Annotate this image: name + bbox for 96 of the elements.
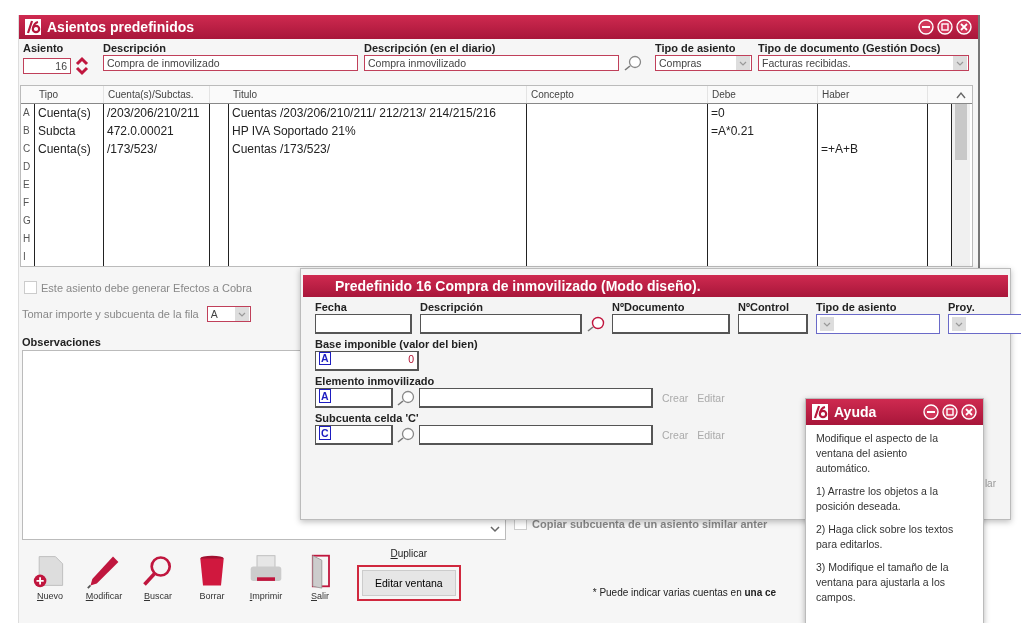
- row-letter: D: [21, 158, 35, 176]
- help-paragraph: 1) Arrastre los objetos a la posición deseada.: [816, 484, 939, 514]
- field-label: Tomar importe y subcuenta de la fila: [22, 308, 199, 320]
- field-label: Descripción: [103, 42, 166, 55]
- checkbox-label: Copiar subcuenta de un asiento similar anter: [532, 517, 768, 530]
- help-paragraph: Modifique el aspecto de la ventana del asiento automático.: [816, 431, 939, 476]
- row-letter: G: [21, 212, 35, 230]
- toolbar-button[interactable]: Imprimir: [239, 553, 293, 601]
- table-cell: =+A+B: [821, 142, 859, 156]
- minimize-icon[interactable]: [923, 404, 939, 420]
- table-cell: =A*0.21: [711, 124, 755, 138]
- column-header: Concepto: [527, 86, 708, 103]
- scrollbar-thumb[interactable]: [955, 104, 967, 160]
- field-label: Descripción: [420, 301, 483, 314]
- column-header: Cuenta(s)/Subctas.: [104, 86, 210, 103]
- field-label: Tipo de documento (Gestión Docs): [758, 42, 941, 55]
- note-text: * Puede indicar varias cuentas en una ce: [592, 587, 777, 598]
- dropdown[interactable]: [816, 314, 940, 334]
- input-field[interactable]: Compra inmovilizado: [364, 55, 619, 71]
- scrollbar[interactable]: [952, 104, 970, 266]
- column-header: Debe: [708, 86, 818, 103]
- row-letter: E: [21, 176, 35, 194]
- search-icon[interactable]: [396, 427, 416, 443]
- up-down-arrows-icon[interactable]: [75, 55, 89, 77]
- table-cell: Subcta: [38, 124, 76, 138]
- minimize-icon[interactable]: [918, 19, 934, 35]
- table-cell: =0: [711, 106, 725, 120]
- amount-field[interactable]: A 0: [315, 351, 419, 371]
- field-label: Descripción (en el diario): [364, 42, 496, 55]
- help-paragraph: 3) Modifique el tamaño de la ventana para ajustarla a los campos.: [816, 560, 950, 605]
- toolbar-button[interactable]: Nuevo: [23, 553, 77, 601]
- duplicate-link[interactable]: Duplicar: [390, 548, 428, 559]
- app-logo-icon: [25, 19, 41, 35]
- input-field[interactable]: [612, 314, 730, 334]
- maximize-icon[interactable]: [937, 19, 953, 35]
- search-icon[interactable]: [623, 55, 643, 71]
- table-cell: /203/206/210/211: [107, 106, 200, 120]
- dropdown[interactable]: Compras: [655, 55, 752, 71]
- column-header: Haber: [818, 86, 928, 103]
- dropdown[interactable]: Facturas recibidas.: [758, 55, 969, 71]
- account-field[interactable]: A: [315, 388, 393, 408]
- window-title: Predefinido 16 Compra de inmovilizado (Modo diseño).: [335, 278, 701, 294]
- table-cell: Cuentas /173/523/: [232, 142, 331, 156]
- row-letter: I: [21, 248, 35, 266]
- toolbar-button[interactable]: Borrar: [185, 553, 239, 601]
- window-title: Ayuda: [834, 404, 877, 420]
- table-cell: HP IVA Soportado 21%: [232, 124, 356, 138]
- row-letter: A: [21, 104, 35, 122]
- search-icon[interactable]: [396, 390, 416, 406]
- input-field[interactable]: [419, 425, 653, 445]
- search-icon[interactable]: [586, 316, 606, 332]
- field-label: Observaciones: [22, 336, 101, 348]
- checkbox[interactable]: [24, 281, 37, 294]
- input-field[interactable]: 16: [23, 58, 71, 74]
- close-icon[interactable]: [961, 404, 977, 420]
- column-header: Tipo: [35, 86, 104, 103]
- field-label: Tipo de asiento: [816, 301, 897, 314]
- input-field[interactable]: [738, 314, 808, 334]
- input-field[interactable]: Compra de inmovilizado: [103, 55, 358, 71]
- field-label: NºDocumento: [612, 301, 685, 314]
- field-label: NºControl: [738, 301, 790, 314]
- help-paragraph: 2) Haga click sobre los textos para editarlos.: [816, 522, 955, 552]
- checkbox-label: Este asiento debe generar Efectos a Cobra: [41, 281, 252, 294]
- field-label: Asiento: [23, 42, 64, 55]
- table-cell: /173/523/: [107, 142, 158, 156]
- field-label: Elemento inmovilizado: [315, 375, 435, 388]
- row-letter: C: [21, 140, 35, 158]
- field-label: Proy.: [948, 301, 975, 314]
- field-label: Subcuenta celda 'C': [315, 412, 419, 425]
- row-letter: B: [21, 122, 35, 140]
- input-field[interactable]: [420, 314, 582, 334]
- scroll-up-icon[interactable]: [956, 90, 966, 99]
- table-cell: Cuenta(s): [38, 106, 91, 120]
- field-label: Base imponible (valor del bien): [315, 338, 478, 351]
- table-cell: 472.0.00021: [107, 124, 174, 138]
- input-field[interactable]: [419, 388, 653, 408]
- table-cell: Cuenta(s): [38, 142, 91, 156]
- toolbar-button[interactable]: Buscar: [131, 553, 185, 601]
- row-letter: H: [21, 230, 35, 248]
- field-label: Tipo de asiento: [655, 42, 736, 55]
- edit-window-button[interactable]: Editar ventana: [362, 570, 456, 596]
- maximize-icon[interactable]: [942, 404, 958, 420]
- window-title: Asientos predefinidos: [47, 19, 195, 35]
- close-icon[interactable]: [956, 19, 972, 35]
- row-letter: F: [21, 194, 35, 212]
- dropdown[interactable]: A: [206, 306, 251, 322]
- toolbar-button[interactable]: Salir: [293, 553, 347, 601]
- toolbar-button[interactable]: Modificar: [77, 553, 131, 601]
- account-field[interactable]: C: [315, 425, 393, 445]
- text-fragment: lar: [984, 478, 996, 489]
- field-label: Fecha: [315, 301, 347, 314]
- column-header: Titulo: [229, 86, 527, 103]
- input-field[interactable]: [315, 314, 412, 334]
- dropdown[interactable]: [948, 314, 1021, 334]
- table-cell: Cuentas /203/206/210/211/ 212/213/ 214/215/216: [232, 106, 496, 120]
- app-logo-icon: [812, 404, 828, 420]
